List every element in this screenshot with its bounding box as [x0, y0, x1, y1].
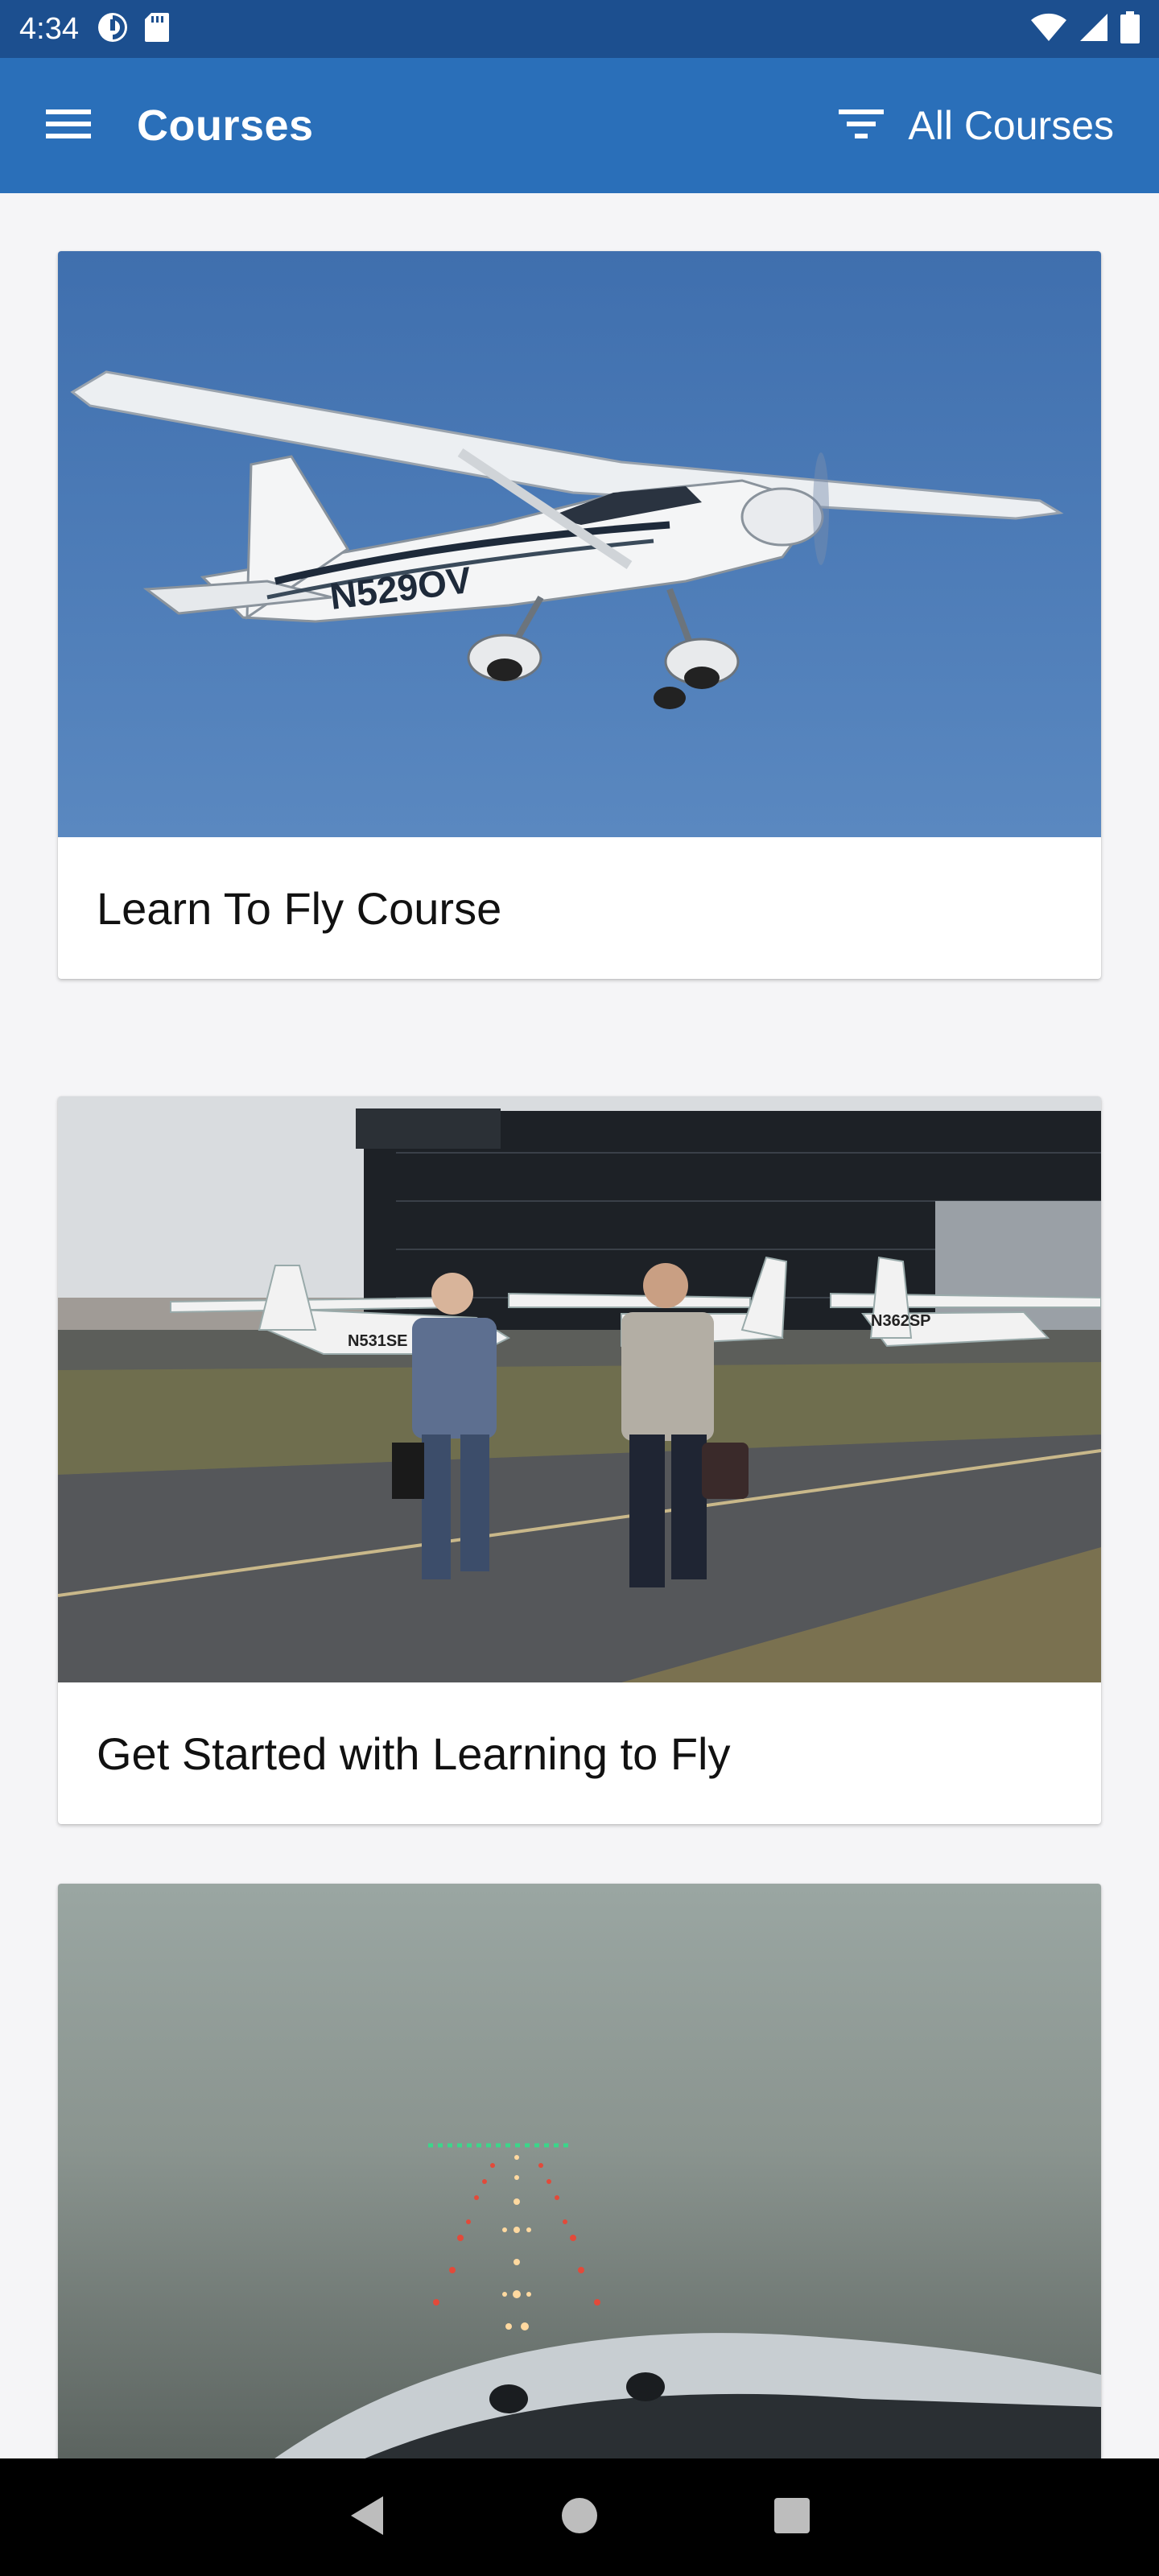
- course-card[interactable]: [58, 1884, 1101, 2458]
- home-button[interactable]: [531, 2469, 628, 2566]
- aircraft-registration: N531SE: [348, 1332, 408, 1350]
- system-nav-bar: [0, 2458, 1159, 2576]
- signal-icon: [1079, 12, 1109, 47]
- data-saver-icon: [97, 11, 129, 47]
- status-left-icons: [97, 11, 171, 47]
- back-icon: [348, 2495, 386, 2541]
- filter-button[interactable]: All Courses: [839, 77, 1114, 174]
- back-button[interactable]: [319, 2469, 415, 2566]
- wifi-icon: [1030, 12, 1067, 47]
- status-bar: 4:34: [0, 0, 1159, 58]
- page-title: Courses: [137, 101, 314, 150]
- menu-button[interactable]: [0, 58, 137, 193]
- course-title: Get Started with Learning to Fly: [97, 1728, 731, 1779]
- course-image-runway: [58, 1884, 1101, 2458]
- recents-button[interactable]: [744, 2469, 840, 2566]
- course-image-cessna: N529OV: [58, 251, 1101, 837]
- battery-icon: [1120, 10, 1140, 47]
- course-list[interactable]: N529OV Learn To Fly Course N531SE N362SP…: [0, 193, 1159, 2458]
- filter-icon: [839, 108, 885, 144]
- course-title: Learn To Fly Course: [97, 882, 502, 934]
- home-icon: [561, 2497, 598, 2538]
- status-right-icons: [1030, 10, 1140, 47]
- course-image-ramp: N531SE N362SP: [58, 1096, 1101, 1682]
- course-card[interactable]: N529OV Learn To Fly Course: [58, 251, 1101, 979]
- aircraft-registration: N362SP: [871, 1312, 931, 1330]
- app-bar: Courses All Courses: [0, 58, 1159, 193]
- recents-icon: [774, 2497, 810, 2537]
- filter-label: All Courses: [908, 103, 1114, 148]
- status-time: 4:34: [19, 11, 79, 46]
- menu-icon: [46, 108, 91, 144]
- sd-card-icon: [143, 11, 171, 47]
- course-card[interactable]: N531SE N362SP Get Started with Learning …: [58, 1096, 1101, 1824]
